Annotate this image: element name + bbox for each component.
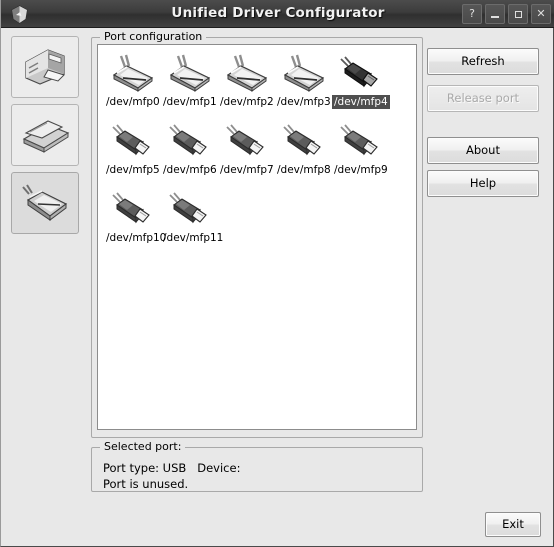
parallel-port-icon — [226, 54, 267, 92]
port-label: /dev/mfp11 — [163, 232, 224, 244]
usb-port-icon — [161, 119, 218, 163]
port-item[interactable]: /dev/mfp3 — [275, 51, 332, 109]
port-label: /dev/mfp4 — [332, 95, 390, 109]
close-button[interactable]: ✕ — [531, 4, 551, 24]
usb-port-icon — [111, 192, 150, 224]
scanner-icon — [22, 120, 70, 153]
port-item[interactable]: /dev/mfp0 — [104, 51, 161, 109]
usb-port-icon — [104, 119, 161, 163]
parallel-port-icon — [104, 51, 161, 95]
help-button[interactable]: ? — [462, 4, 482, 24]
port-label: /dev/mfp7 — [220, 164, 274, 176]
selected-port-status: Port is unused. — [103, 477, 189, 491]
sidebar-item-printers[interactable] — [11, 36, 79, 98]
port-label: /dev/mfp2 — [220, 96, 274, 108]
usb-port-icon — [168, 192, 207, 224]
port-label: /dev/mfp6 — [163, 164, 217, 176]
port-configuration-title: Port configuration — [100, 30, 207, 44]
usb-port-icon — [332, 51, 389, 95]
sidebar-item-ports[interactable] — [11, 172, 79, 234]
parallel-port-icon — [169, 54, 210, 92]
title-bar[interactable]: Unified Driver Configurator ? ✕ — [1, 0, 554, 28]
usb-port-icon — [111, 124, 150, 156]
port-item[interactable]: /dev/mfp11 — [161, 187, 223, 245]
selected-port-group: Selected port: Port type: USB Device: Po… — [91, 440, 423, 492]
port-list[interactable]: /dev/mfp0 /dev/mfp1 /dev/mfp2 /dev/mfp3 … — [97, 44, 417, 430]
port-item[interactable]: /dev/mfp7 — [218, 119, 275, 177]
minimize-button[interactable] — [485, 4, 505, 24]
port-label: /dev/mfp8 — [277, 164, 331, 176]
port-label: /dev/mfp1 — [163, 96, 217, 108]
port-item[interactable]: /dev/mfp5 — [104, 119, 161, 177]
port-label: /dev/mfp9 — [334, 164, 388, 176]
port-item[interactable]: /dev/mfp6 — [161, 119, 218, 177]
usb-port-icon — [161, 187, 218, 231]
help-button-panel[interactable]: Help — [427, 170, 539, 197]
refresh-button[interactable]: Refresh — [427, 48, 539, 75]
sidebar — [11, 36, 83, 240]
port-item[interactable]: /dev/mfp8 — [275, 119, 332, 177]
exit-button[interactable]: Exit — [485, 512, 541, 537]
sidebar-item-scanners[interactable] — [11, 104, 79, 166]
parallel-port-icon — [275, 51, 332, 95]
window-controls: ? ✕ — [462, 4, 551, 24]
port-item[interactable]: /dev/mfp1 — [161, 51, 218, 109]
usb-port-icon — [168, 124, 207, 156]
selected-port-type: Port type: USB Device: — [103, 461, 241, 475]
usb-port-icon — [332, 119, 389, 163]
port-icon — [22, 184, 68, 221]
port-item[interactable]: /dev/mfp9 — [332, 119, 389, 177]
usb-port-icon — [225, 124, 264, 156]
usb-port-icon — [339, 56, 378, 88]
printer-icon — [25, 49, 65, 85]
usb-port-icon — [339, 124, 378, 156]
maximize-button[interactable] — [508, 4, 528, 24]
release-port-button: Release port — [427, 85, 539, 112]
parallel-port-icon — [161, 51, 218, 95]
usb-port-icon — [282, 124, 321, 156]
usb-port-icon — [104, 187, 161, 231]
usb-port-icon — [218, 119, 275, 163]
selected-port-title: Selected port: — [100, 440, 186, 454]
port-item[interactable]: /dev/mfp2 — [218, 51, 275, 109]
parallel-port-icon — [218, 51, 275, 95]
parallel-port-icon — [112, 54, 153, 92]
port-label: /dev/mfp5 — [106, 164, 160, 176]
usb-port-icon — [275, 119, 332, 163]
application-window: Unified Driver Configurator ? ✕ Port con… — [0, 0, 554, 547]
port-label: /dev/mfp10 — [106, 232, 167, 244]
parallel-port-icon — [283, 54, 324, 92]
port-item[interactable]: /dev/mfp10 — [104, 187, 166, 245]
port-item[interactable]: /dev/mfp4 — [332, 51, 390, 109]
port-label: /dev/mfp0 — [106, 96, 160, 108]
about-button[interactable]: About — [427, 137, 539, 164]
port-label: /dev/mfp3 — [277, 96, 331, 108]
port-configuration-group: Port configuration /dev/mfp0 /dev/mfp1 /… — [91, 30, 423, 438]
